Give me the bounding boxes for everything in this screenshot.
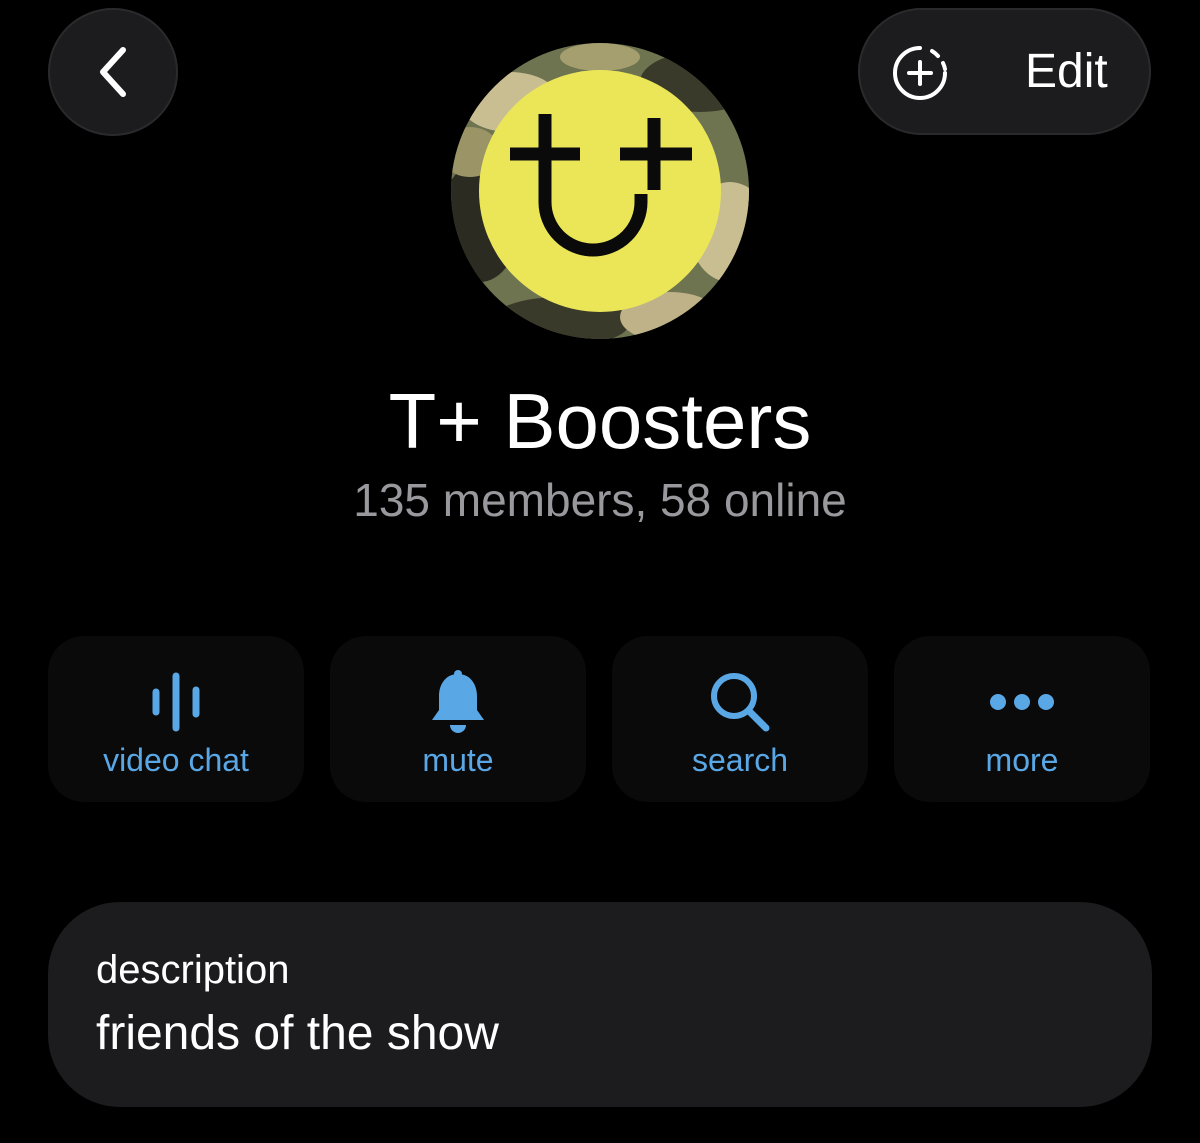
voice-chat-icon (48, 664, 304, 740)
member-status: 135 members, 58 online (353, 474, 847, 526)
description-card[interactable]: description friends of the show (48, 902, 1152, 1107)
description-value: friends of the show (96, 1007, 499, 1060)
edit-button[interactable]: Edit (858, 8, 1151, 135)
add-story-icon (890, 43, 950, 103)
search-icon (612, 664, 868, 740)
more-label: more (985, 742, 1059, 778)
mute-label: mute (422, 742, 494, 778)
group-name: T+ Boosters (388, 377, 812, 465)
avatar-disc (479, 70, 721, 312)
group-avatar[interactable] (450, 42, 750, 340)
chevron-left-icon (100, 47, 126, 97)
bell-icon (330, 664, 586, 740)
video-chat-label: video chat (103, 742, 249, 778)
video-chat-button[interactable]: video chat (48, 636, 304, 802)
more-dots-icon (894, 664, 1150, 740)
description-key: description (96, 948, 290, 992)
back-button[interactable] (48, 8, 178, 136)
search-button[interactable]: search (612, 636, 868, 802)
edit-label: Edit (1025, 45, 1108, 98)
mute-button[interactable]: mute (330, 636, 586, 802)
search-label: search (691, 742, 789, 778)
more-button[interactable]: more (894, 636, 1150, 802)
